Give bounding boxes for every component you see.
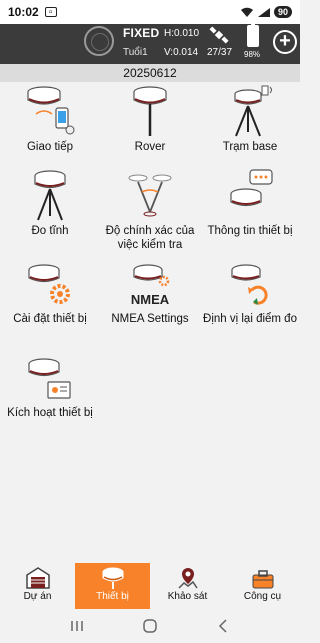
- tile-base-station[interactable]: Trạm base: [200, 84, 300, 154]
- tools-icon: [252, 570, 273, 589]
- satellite-count: 27/37: [207, 47, 233, 58]
- wifi-icon: [240, 7, 253, 17]
- signal-icon: [257, 7, 270, 17]
- tile-device-activation[interactable]: Kích hoạt thiết bị: [0, 356, 100, 420]
- add-button[interactable]: +: [273, 30, 297, 54]
- recent-apps-icon: [70, 621, 83, 631]
- tile-static[interactable]: Đo tĩnh: [0, 168, 100, 238]
- status-time: 10:02: [8, 5, 39, 19]
- tile-device-settings[interactable]: Cài đặt thiết bị: [0, 262, 100, 326]
- system-navigation-bar: [0, 609, 300, 643]
- fix-status: FIXED: [123, 26, 160, 40]
- tile-label: Cài đặt thiết bị: [13, 313, 87, 325]
- project-name-bar: 20250612: [0, 64, 300, 82]
- nav-tools[interactable]: Công cụ: [225, 563, 300, 609]
- nmea-badge: NMEA: [131, 292, 170, 307]
- screenshot-icon: ▫: [44, 7, 57, 18]
- nav-label: Công cụ: [243, 591, 282, 602]
- back-button[interactable]: [208, 616, 238, 636]
- correction-age: Tuổi1: [123, 47, 148, 58]
- gnss-status-header: FIXED Tuổi1 H:0.010 V:0.014 27/37 98% +: [0, 22, 300, 64]
- tile-communication[interactable]: Giao tiếp: [0, 84, 100, 154]
- project-icon: [25, 567, 50, 589]
- nav-label: Thiết bị: [96, 591, 129, 602]
- status-bar: 10:02 ▫ 90: [0, 0, 300, 24]
- receiver-battery-icon: [247, 22, 259, 47]
- survey-icon: [177, 568, 198, 589]
- nmea-settings-icon: NMEA: [131, 264, 170, 307]
- relocate-point-icon: [231, 264, 268, 305]
- tile-device-info[interactable]: Thông tin thiết bị: [200, 168, 300, 238]
- receiver-phone-icon: [27, 86, 75, 135]
- skyplot-ring-icon[interactable]: [84, 26, 114, 56]
- home-icon: [143, 619, 157, 633]
- tile-label: Định vị lại điểm đo: [203, 313, 297, 325]
- receiver-battery-percent: 98%: [244, 50, 261, 59]
- tile-relocate-point[interactable]: Định vị lại điểm đo: [200, 262, 300, 326]
- rover-pole-icon: [133, 86, 167, 136]
- tile-label: NMEA Settings: [111, 313, 189, 325]
- tile-label: Giao tiếp: [26, 141, 74, 153]
- bottom-navigation: Dự án Thiết bị Khảo sát Công cụ: [0, 563, 300, 609]
- tile-nmea-settings[interactable]: NMEA NMEA Settings: [100, 262, 200, 326]
- nav-project[interactable]: Dự án: [0, 563, 75, 609]
- tilt-accuracy-icon: [128, 174, 172, 217]
- device-settings-icon: [28, 264, 70, 304]
- tile-label: Trạm base: [222, 141, 278, 153]
- tile-check-accuracy[interactable]: Độ chính xác của việc kiểm tra: [100, 168, 200, 252]
- tile-rover[interactable]: Rover: [100, 84, 200, 154]
- nav-label: Dự án: [23, 591, 52, 602]
- vertical-accuracy: V:0.014: [164, 47, 199, 58]
- device-activation-icon: [28, 358, 71, 399]
- tile-label: Rover: [134, 141, 166, 153]
- recent-apps-button[interactable]: [62, 616, 92, 636]
- nav-device[interactable]: Thiết bị: [75, 563, 150, 609]
- back-icon: [219, 619, 227, 633]
- phone-battery-badge: 90: [273, 6, 292, 18]
- device-icon: [102, 567, 123, 589]
- tile-label: Kích hoạt thiết bị: [7, 407, 93, 419]
- device-info-icon: [230, 169, 273, 207]
- nav-survey[interactable]: Khảo sát: [150, 563, 225, 609]
- tile-label: Đo tĩnh: [31, 225, 69, 237]
- tile-label: Thông tin thiết bị: [207, 225, 293, 237]
- nav-label: Khảo sát: [167, 591, 208, 602]
- satellite-icon[interactable]: [209, 25, 229, 45]
- base-station-icon: [234, 85, 272, 137]
- tile-label: Độ chính xác của việc kiểm tra: [105, 225, 195, 251]
- home-button[interactable]: [135, 616, 165, 636]
- static-tripod-icon: [34, 170, 66, 221]
- horizontal-accuracy: H:0.010: [164, 28, 200, 39]
